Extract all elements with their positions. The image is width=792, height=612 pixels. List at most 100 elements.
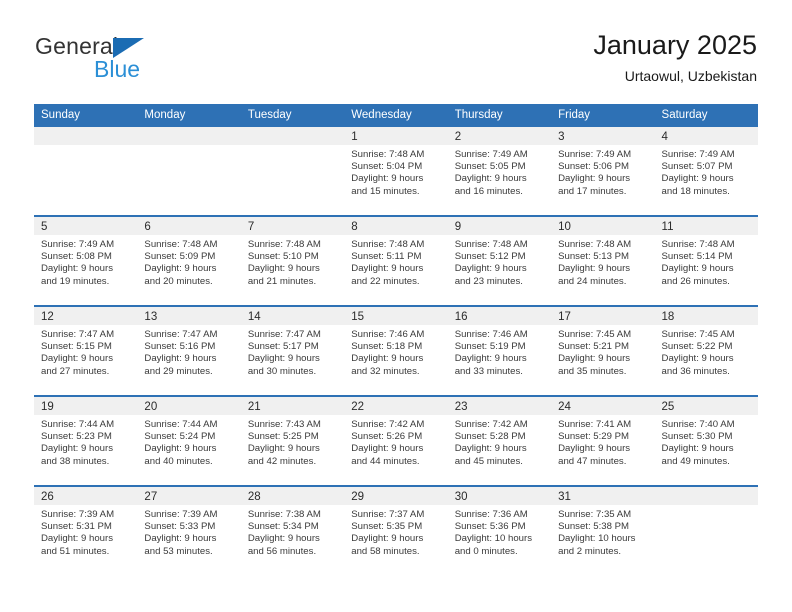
day-detail-text: Sunrise: 7:43 AM Sunset: 5:25 PM Daylight:… xyxy=(241,415,344,468)
day-detail-text: Sunrise: 7:47 AM Sunset: 5:17 PM Daylight:… xyxy=(241,325,344,378)
calendar-day-cell[interactable]: 20 Sunrise: 7:44 AM Sunset: 5:24 PM Dayligh… xyxy=(137,397,241,485)
calendar-day-cell[interactable]: 16 Sunrise: 7:46 AM Sunset: 5:19 PM Dayligh… xyxy=(447,307,552,395)
day-detail-text: Sunrise: 7:37 AM Sunset: 5:35 PM Daylight:… xyxy=(344,505,447,558)
day-detail-line: Daylight: 9 hours xyxy=(144,263,217,275)
calendar-day-cell[interactable]: 24 Sunrise: 7:41 AM Sunset: 5:29 PM Dayligh… xyxy=(551,397,655,485)
calendar-day-cell[interactable]: 8 Sunrise: 7:48 AM Sunset: 5:11 PM Daylight… xyxy=(344,217,448,305)
calendar-week-row: 5 Sunrise: 7:49 AM Sunset: 5:08 PM Daylight… xyxy=(34,215,758,305)
calendar-day-cell[interactable]: 2 Sunrise: 7:49 AM Sunset: 5:05 PM Daylight… xyxy=(447,127,552,215)
calendar-week-row: 26 Sunrise: 7:39 AM Sunset: 5:31 PM Dayligh… xyxy=(34,485,758,575)
calendar-day-cell[interactable]: 3 Sunrise: 7:49 AM Sunset: 5:06 PM Daylight… xyxy=(551,127,655,215)
day-detail-text: Sunrise: 7:48 AM Sunset: 5:11 PM Daylight:… xyxy=(344,235,447,288)
day-detail-line: and 30 minutes. xyxy=(247,365,317,377)
day-detail-line: Sunset: 5:38 PM xyxy=(558,521,630,533)
calendar-day-cell[interactable]: 12 Sunrise: 7:47 AM Sunset: 5:15 PM Dayligh… xyxy=(34,307,138,395)
day-detail-line: and 19 minutes. xyxy=(41,275,110,287)
day-number: 13 xyxy=(137,307,241,325)
day-detail-line: and 32 minutes. xyxy=(351,365,420,377)
day-detail-line: Sunset: 5:33 PM xyxy=(144,521,216,533)
day-detail-text: Sunrise: 7:47 AM Sunset: 5:15 PM Daylight:… xyxy=(34,325,137,378)
calendar-day-cell[interactable]: 9 Sunrise: 7:48 AM Sunset: 5:12 PM Daylight… xyxy=(447,217,552,305)
day-detail-line: Daylight: 9 hours xyxy=(247,353,320,365)
day-detail-line: Sunset: 5:29 PM xyxy=(558,431,630,443)
day-detail-line: Sunset: 5:16 PM xyxy=(144,341,216,353)
day-detail-line: Daylight: 9 hours xyxy=(661,173,734,185)
calendar-day-cell[interactable]: 19 Sunrise: 7:44 AM Sunset: 5:23 PM Dayligh… xyxy=(34,397,138,485)
calendar-day-cell[interactable]: 11 Sunrise: 7:48 AM Sunset: 5:14 PM Dayligh… xyxy=(654,217,758,305)
day-detail-line: Sunrise: 7:42 AM xyxy=(454,419,528,430)
day-detail-line: Daylight: 9 hours xyxy=(351,173,424,185)
day-detail-line: Daylight: 9 hours xyxy=(247,443,320,455)
calendar-day-cell[interactable]: 10 Sunrise: 7:48 AM Sunset: 5:13 PM Dayligh… xyxy=(551,217,655,305)
calendar-day-cell[interactable]: 30 Sunrise: 7:36 AM Sunset: 5:36 PM Dayligh… xyxy=(447,487,552,575)
calendar-day-cell[interactable]: 22 Sunrise: 7:42 AM Sunset: 5:26 PM Dayligh… xyxy=(344,397,448,485)
calendar-day-cell[interactable]: 15 Sunrise: 7:46 AM Sunset: 5:18 PM Dayligh… xyxy=(344,307,448,395)
day-detail-line: Sunrise: 7:42 AM xyxy=(351,419,425,430)
calendar-day-cell[interactable]: 1 Sunrise: 7:48 AM Sunset: 5:04 PM Daylight… xyxy=(344,127,448,215)
calendar-day-cell[interactable]: 13 Sunrise: 7:47 AM Sunset: 5:16 PM Dayligh… xyxy=(137,307,241,395)
page-subtitle: Urtaowul, Uzbekistan xyxy=(624,68,757,84)
day-detail-line: Sunrise: 7:48 AM xyxy=(247,239,321,250)
calendar-day-cell[interactable]: 5 Sunrise: 7:49 AM Sunset: 5:08 PM Daylight… xyxy=(34,217,138,305)
day-number: 19 xyxy=(34,397,138,415)
day-detail-line: Sunrise: 7:48 AM xyxy=(351,239,425,250)
day-number: 31 xyxy=(551,487,655,505)
day-detail-text: Sunrise: 7:44 AM Sunset: 5:23 PM Daylight:… xyxy=(34,415,137,468)
day-number: 17 xyxy=(551,307,655,325)
day-detail-line: Daylight: 9 hours xyxy=(351,533,424,545)
day-number: 29 xyxy=(344,487,448,505)
calendar-day-cell[interactable]: 17 Sunrise: 7:45 AM Sunset: 5:21 PM Dayligh… xyxy=(551,307,655,395)
day-detail-line: Sunrise: 7:46 AM xyxy=(454,329,528,340)
day-detail-text: Sunrise: 7:46 AM Sunset: 5:18 PM Daylight:… xyxy=(344,325,447,378)
day-detail-line: Sunset: 5:09 PM xyxy=(144,251,216,263)
calendar-day-cell[interactable]: 23 Sunrise: 7:42 AM Sunset: 5:28 PM Dayligh… xyxy=(447,397,552,485)
day-number xyxy=(240,127,345,145)
general-blue-logo[interactable]: General Blue xyxy=(35,28,265,90)
day-detail-text: Sunrise: 7:40 AM Sunset: 5:30 PM Daylight:… xyxy=(655,415,758,468)
day-detail-line: Sunrise: 7:35 AM xyxy=(558,509,632,520)
day-detail-line: Daylight: 9 hours xyxy=(661,353,734,365)
day-of-week-header-sunday: Sunday xyxy=(41,109,81,121)
calendar-day-cell[interactable]: 7 Sunrise: 7:48 AM Sunset: 5:10 PM Daylight… xyxy=(240,217,345,305)
day-detail-line: Sunrise: 7:49 AM xyxy=(41,239,115,250)
day-of-week-header-tuesday: Tuesday xyxy=(247,109,292,121)
day-detail-line: Daylight: 10 hours xyxy=(558,533,636,545)
calendar-day-cell[interactable]: 31 Sunrise: 7:35 AM Sunset: 5:38 PM Dayligh… xyxy=(551,487,655,575)
day-detail-text: Sunrise: 7:45 AM Sunset: 5:22 PM Daylight:… xyxy=(655,325,758,378)
day-number: 27 xyxy=(137,487,241,505)
calendar-day-cell[interactable]: 18 Sunrise: 7:45 AM Sunset: 5:22 PM Dayligh… xyxy=(654,307,758,395)
day-detail-line: and 0 minutes. xyxy=(454,545,518,557)
calendar-day-cell[interactable]: 6 Sunrise: 7:48 AM Sunset: 5:09 PM Daylight… xyxy=(137,217,241,305)
day-detail-line: Daylight: 9 hours xyxy=(351,353,424,365)
day-detail-line: Daylight: 9 hours xyxy=(144,443,217,455)
day-number xyxy=(654,487,758,505)
day-detail-line: and 29 minutes. xyxy=(144,365,213,377)
day-detail-line: and 27 minutes. xyxy=(41,365,110,377)
day-detail-line: Sunrise: 7:48 AM xyxy=(144,239,218,250)
day-detail-line: Sunset: 5:26 PM xyxy=(351,431,423,443)
calendar-day-cell[interactable]: 29 Sunrise: 7:37 AM Sunset: 5:35 PM Dayligh… xyxy=(344,487,448,575)
day-number: 9 xyxy=(447,217,552,235)
calendar-day-cell[interactable]: 25 Sunrise: 7:40 AM Sunset: 5:30 PM Dayligh… xyxy=(654,397,758,485)
day-detail-line: and 40 minutes. xyxy=(144,455,213,467)
day-detail-line: Sunrise: 7:44 AM xyxy=(41,419,115,430)
day-detail-line: Daylight: 9 hours xyxy=(454,173,527,185)
day-of-week-header-row: Sunday Monday Tuesday Wednesday Thursday Frid… xyxy=(34,104,758,127)
calendar-day-cell[interactable]: 28 Sunrise: 7:38 AM Sunset: 5:34 PM Dayligh… xyxy=(240,487,345,575)
calendar-day-cell[interactable]: 14 Sunrise: 7:47 AM Sunset: 5:17 PM Dayligh… xyxy=(240,307,345,395)
day-detail-line: Sunrise: 7:48 AM xyxy=(558,239,632,250)
day-detail-line: Sunset: 5:14 PM xyxy=(661,251,733,263)
day-detail-line: Sunrise: 7:40 AM xyxy=(661,419,735,430)
calendar-day-cell[interactable]: 26 Sunrise: 7:39 AM Sunset: 5:31 PM Dayligh… xyxy=(34,487,138,575)
day-detail-line: Sunrise: 7:46 AM xyxy=(351,329,425,340)
day-number: 7 xyxy=(240,217,345,235)
day-detail-line: and 17 minutes. xyxy=(558,185,627,197)
day-detail-line: and 44 minutes. xyxy=(351,455,420,467)
calendar-day-cell[interactable]: 21 Sunrise: 7:43 AM Sunset: 5:25 PM Dayligh… xyxy=(240,397,345,485)
day-detail-line: Sunset: 5:10 PM xyxy=(247,251,319,263)
day-detail-line: Daylight: 9 hours xyxy=(351,263,424,275)
calendar-day-cell[interactable]: 4 Sunrise: 7:49 AM Sunset: 5:07 PM Daylight… xyxy=(654,127,758,215)
calendar-day-cell[interactable]: 27 Sunrise: 7:39 AM Sunset: 5:33 PM Dayligh… xyxy=(137,487,241,575)
day-detail-line: Sunrise: 7:47 AM xyxy=(247,329,321,340)
day-detail-line: Sunset: 5:22 PM xyxy=(661,341,733,353)
